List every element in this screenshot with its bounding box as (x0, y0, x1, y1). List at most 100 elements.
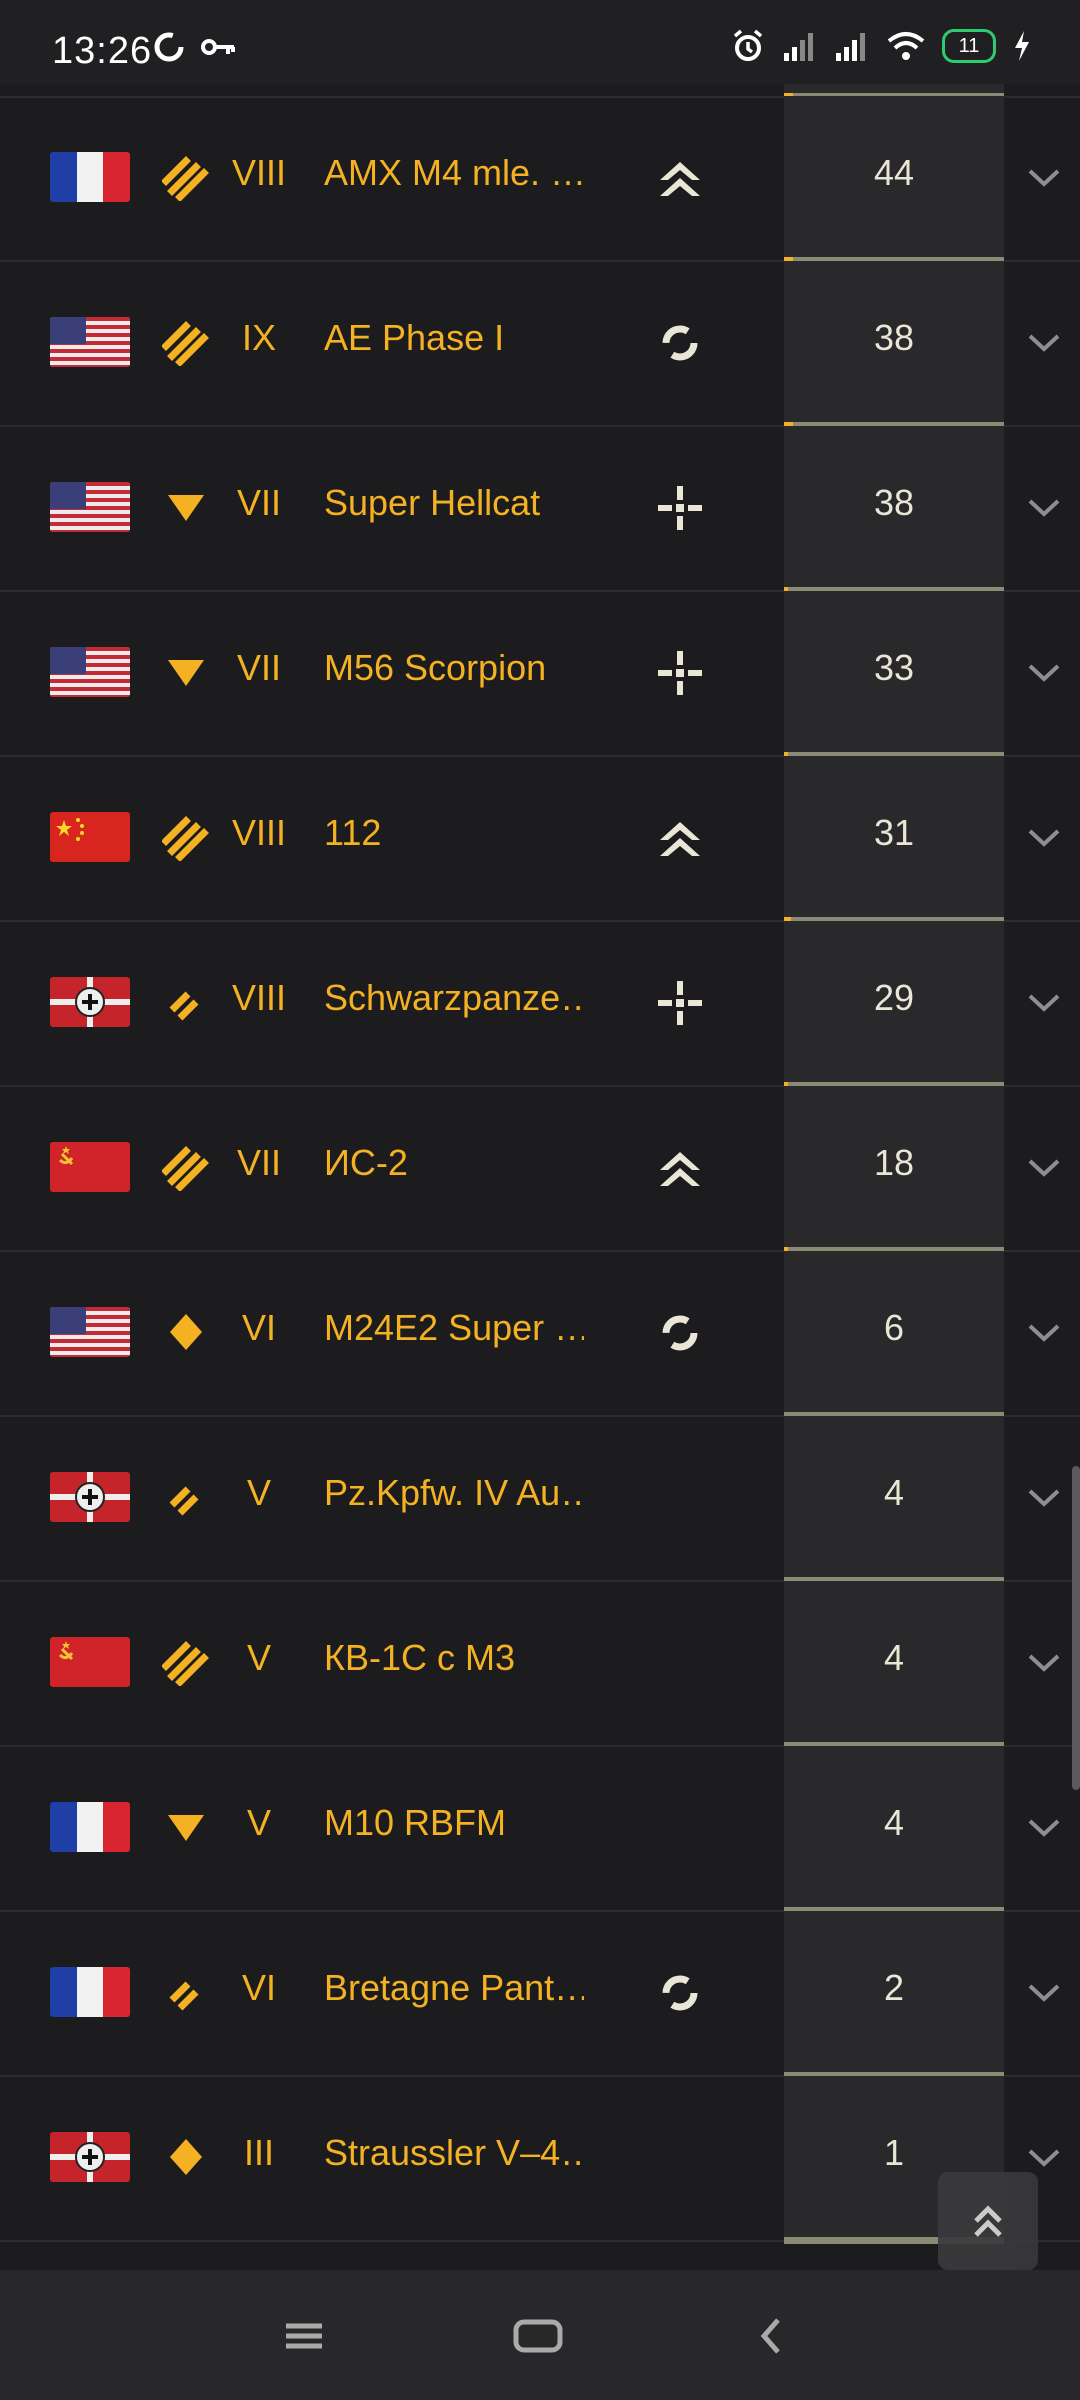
tier-label: V (246, 1802, 271, 1843)
tier-label: VII (236, 1142, 281, 1183)
tank-row[interactable]: VI M24E2 Super … 6 (0, 1251, 1080, 1419)
count-cell: 4 (784, 1416, 1004, 1584)
flag-usa-icon (50, 647, 130, 697)
tank-destroyer-icon (162, 648, 210, 696)
battery-icon: 11 (942, 29, 996, 63)
battle-count: 44 (873, 152, 915, 193)
chevron-down-icon[interactable] (1024, 657, 1064, 687)
tier-label: VII (236, 482, 281, 523)
chevron-down-icon[interactable] (1024, 162, 1064, 192)
flag-germany-icon (50, 2132, 130, 2182)
tank-row[interactable]: III Straussler V–4… 1 (0, 2076, 1080, 2244)
tier-label: III (243, 2132, 274, 2173)
battle-count: 29 (873, 977, 915, 1018)
tier-label: V (246, 1472, 271, 1513)
tank-row[interactable]: V Pz.Kpfw. IV Au… 4 (0, 1416, 1080, 1584)
tank-row[interactable]: VIII AMX M4 mle. … 44 (0, 96, 1080, 264)
chevron-down-icon[interactable] (1024, 2142, 1064, 2172)
tank-name: ИС-2 (324, 1142, 408, 1183)
signal-icon-1 (784, 33, 813, 61)
alarm-icon (733, 29, 763, 61)
tank-name: 112 (324, 812, 382, 853)
tank-row[interactable]: VII M56 Scorpion 33 (0, 591, 1080, 759)
tank-name: AE Phase I (324, 317, 505, 358)
flag-usa-icon (50, 482, 130, 532)
flag-usa-icon (50, 317, 130, 367)
count-cell: 18 (784, 1086, 1004, 1254)
count-cell: 31 (784, 756, 1004, 924)
tank-name: Pz.Kpfw. IV Au… (324, 1472, 584, 1513)
count-cell: 6 (784, 1251, 1004, 1419)
scroll-to-top-button[interactable] (938, 2172, 1038, 2270)
chevron-down-icon[interactable] (1024, 1317, 1064, 1347)
battle-count: 4 (883, 1802, 905, 1843)
flag-ussr-icon (50, 1637, 130, 1687)
tank-row[interactable]: VII ИС-2 18 (0, 1086, 1080, 1254)
tank-row[interactable]: VI Bretagne Pant… 2 (0, 1911, 1080, 2079)
tank-row[interactable]: VIII 112 31 (0, 756, 1080, 924)
back-icon[interactable] (742, 2310, 802, 2362)
tier-label: VI (241, 1967, 276, 2008)
tank-row[interactable]: V КВ-1С с М3 4 (0, 1581, 1080, 1749)
chevron-down-icon[interactable] (1024, 1812, 1064, 1842)
flag-france-icon (50, 1802, 130, 1852)
chevron-down-icon[interactable] (1024, 492, 1064, 522)
battle-count: 2 (883, 1967, 905, 2008)
medium-tank-icon (161, 318, 210, 367)
count-cell: 33 (784, 591, 1004, 759)
tank-destroyer-icon (162, 483, 210, 531)
count-cell: 2 (784, 1911, 1004, 2079)
tier-label: VII (236, 647, 281, 688)
tank-row[interactable]: V M10 RBFM 4 (0, 1746, 1080, 1914)
flag-france-icon (50, 152, 130, 202)
flag-france-icon (50, 1967, 130, 2017)
flag-germany-icon (50, 977, 130, 1027)
tank-destroyer-icon (162, 1803, 210, 1851)
light-tank-icon (162, 978, 210, 1026)
crosshair-icon (656, 979, 704, 1027)
battle-count: 31 (873, 812, 915, 853)
tank-row[interactable]: IX AE Phase I 38 (0, 261, 1080, 429)
menu-icon[interactable] (274, 2310, 334, 2362)
tier-label: VIII (231, 977, 287, 1018)
charging-icon (1015, 31, 1029, 61)
tank-name: Straussler V–4… (324, 2132, 584, 2173)
tank-name: КВ-1С с М3 (324, 1637, 516, 1678)
tank-row[interactable]: VII Super Hellcat 38 (0, 426, 1080, 594)
chevrons-up-icon (656, 814, 704, 862)
tank-row[interactable]: VIII Schwarzpanze… 29 (0, 921, 1080, 1089)
scrollbar-thumb[interactable] (1072, 1466, 1080, 1790)
count-cell: 38 (784, 426, 1004, 594)
tank-list[interactable]: VIII AMX M4 mle. … 44 IX AE Phase I 38 VII Supe… (0, 84, 1080, 2268)
tank-name: Super Hellcat (324, 482, 541, 523)
chevron-down-icon[interactable] (1024, 822, 1064, 852)
count-cell: 4 (784, 1581, 1004, 1749)
flag-ussr-icon (50, 1142, 130, 1192)
chevron-down-icon[interactable] (1024, 1482, 1064, 1512)
system-nav-bar (0, 2270, 1080, 2400)
home-icon[interactable] (508, 2310, 568, 2362)
chevron-down-icon[interactable] (1024, 327, 1064, 357)
double-chevron-up-icon (974, 2205, 1002, 2237)
chevron-down-icon[interactable] (1024, 1647, 1064, 1677)
status-bar: 13:26 11 (0, 0, 1080, 84)
diamond-tank-icon (162, 1308, 210, 1356)
battery-level: 11 (958, 34, 980, 57)
rotate-icon (656, 1309, 704, 1357)
count-cell: 44 (784, 96, 1004, 264)
flag-usa-icon (50, 1307, 130, 1357)
crosshair-icon (656, 649, 704, 697)
chevron-down-icon[interactable] (1024, 1152, 1064, 1182)
battle-count: 4 (883, 1472, 905, 1513)
chevron-down-icon[interactable] (1024, 987, 1064, 1017)
flag-china-icon (50, 812, 130, 862)
chevron-down-icon[interactable] (1024, 1977, 1064, 2007)
chevrons-up-icon (656, 154, 704, 202)
tier-label: IX (241, 317, 276, 358)
tank-name: M10 RBFM (324, 1802, 507, 1843)
chevrons-up-icon (656, 1144, 704, 1192)
count-cell: 38 (784, 261, 1004, 429)
medium-tank-icon (161, 813, 210, 862)
count-cell: 4 (784, 1746, 1004, 1914)
battle-count: 38 (873, 482, 915, 523)
